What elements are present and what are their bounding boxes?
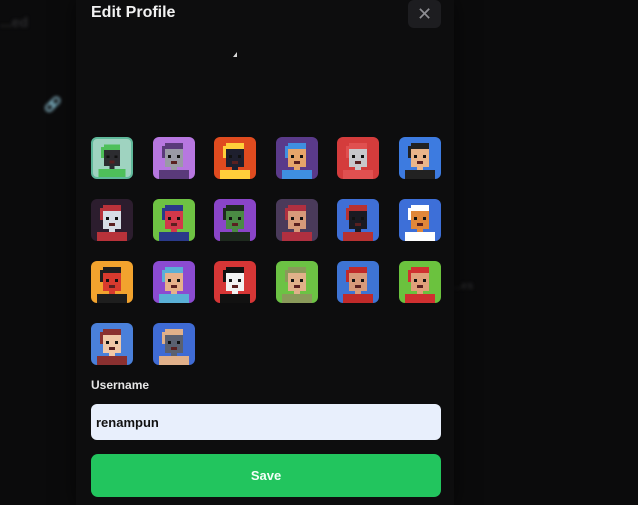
username-input[interactable] [91, 404, 441, 440]
avatar-option-skull[interactable] [91, 323, 133, 365]
avatar-portrait-icon [97, 205, 127, 241]
avatar-portrait-icon [343, 143, 373, 179]
avatar-option-red-hood[interactable] [337, 199, 379, 241]
avatar-portrait-icon [97, 267, 127, 303]
avatar-option-red-hair-woman[interactable] [91, 199, 133, 241]
avatar-grid [91, 137, 441, 365]
avatar-option-hooded-ninja[interactable] [91, 137, 133, 179]
avatar-portrait-icon [220, 143, 250, 179]
avatar-portrait-icon [158, 143, 189, 179]
avatar-option-green-dreads[interactable] [214, 199, 256, 241]
avatar-portrait-icon [281, 143, 312, 179]
avatar-portrait-icon [97, 329, 127, 365]
avatar-portrait-icon [98, 144, 126, 177]
avatar-portrait-icon [220, 205, 250, 241]
avatar-option-corpse-paint[interactable] [214, 261, 256, 303]
avatar-portrait-icon [404, 267, 435, 303]
avatar-option-visor-soldier[interactable] [152, 323, 195, 365]
close-icon: ✕ [416, 3, 433, 24]
background-app-title: ...ed [0, 14, 29, 30]
username-label: Username [91, 378, 150, 392]
avatar-option-red-monster[interactable] [152, 199, 195, 241]
background-side-text: ...es [452, 280, 474, 292]
modal-title: Edit Profile [91, 4, 176, 21]
avatar-option-orange-beast[interactable] [398, 199, 441, 241]
avatar-option-punk-woman[interactable] [275, 199, 318, 241]
avatar-option-blue-buns-girl[interactable] [152, 261, 195, 303]
avatar-option-red-mohawk-punk[interactable] [398, 261, 441, 303]
avatar-option-bomb[interactable] [214, 137, 256, 179]
avatar-option-robot-head[interactable] [337, 137, 379, 179]
avatar-portrait-icon [158, 205, 189, 241]
avatar-portrait-icon [220, 267, 250, 303]
avatar-portrait-icon [404, 205, 435, 241]
avatar-option-red-devil[interactable] [91, 261, 133, 303]
avatar-portrait-icon [281, 267, 312, 303]
save-button[interactable]: Save [91, 454, 441, 497]
mouse-cursor-icon [233, 52, 237, 57]
avatar-option-helmet-soldier[interactable] [275, 261, 318, 303]
avatar-portrait-icon [343, 267, 373, 303]
avatar-portrait-icon [404, 143, 435, 179]
edit-profile-modal: Edit Profile ✕ Username Save [76, 0, 454, 505]
avatar-option-glasses-man[interactable] [398, 137, 441, 179]
avatar-option-cyborg-blue-mohawk[interactable] [275, 137, 318, 179]
avatar-portrait-icon [281, 205, 312, 241]
background-link-icon: 🔗 [44, 96, 62, 112]
close-button[interactable]: ✕ [408, 0, 441, 28]
avatar-option-eyepatch-cyborg[interactable] [337, 261, 379, 303]
avatar-portrait-icon [158, 329, 189, 365]
avatar-portrait-icon [158, 267, 189, 303]
avatar-portrait-icon [343, 205, 373, 241]
avatar-option-grey-alien[interactable] [152, 137, 195, 179]
